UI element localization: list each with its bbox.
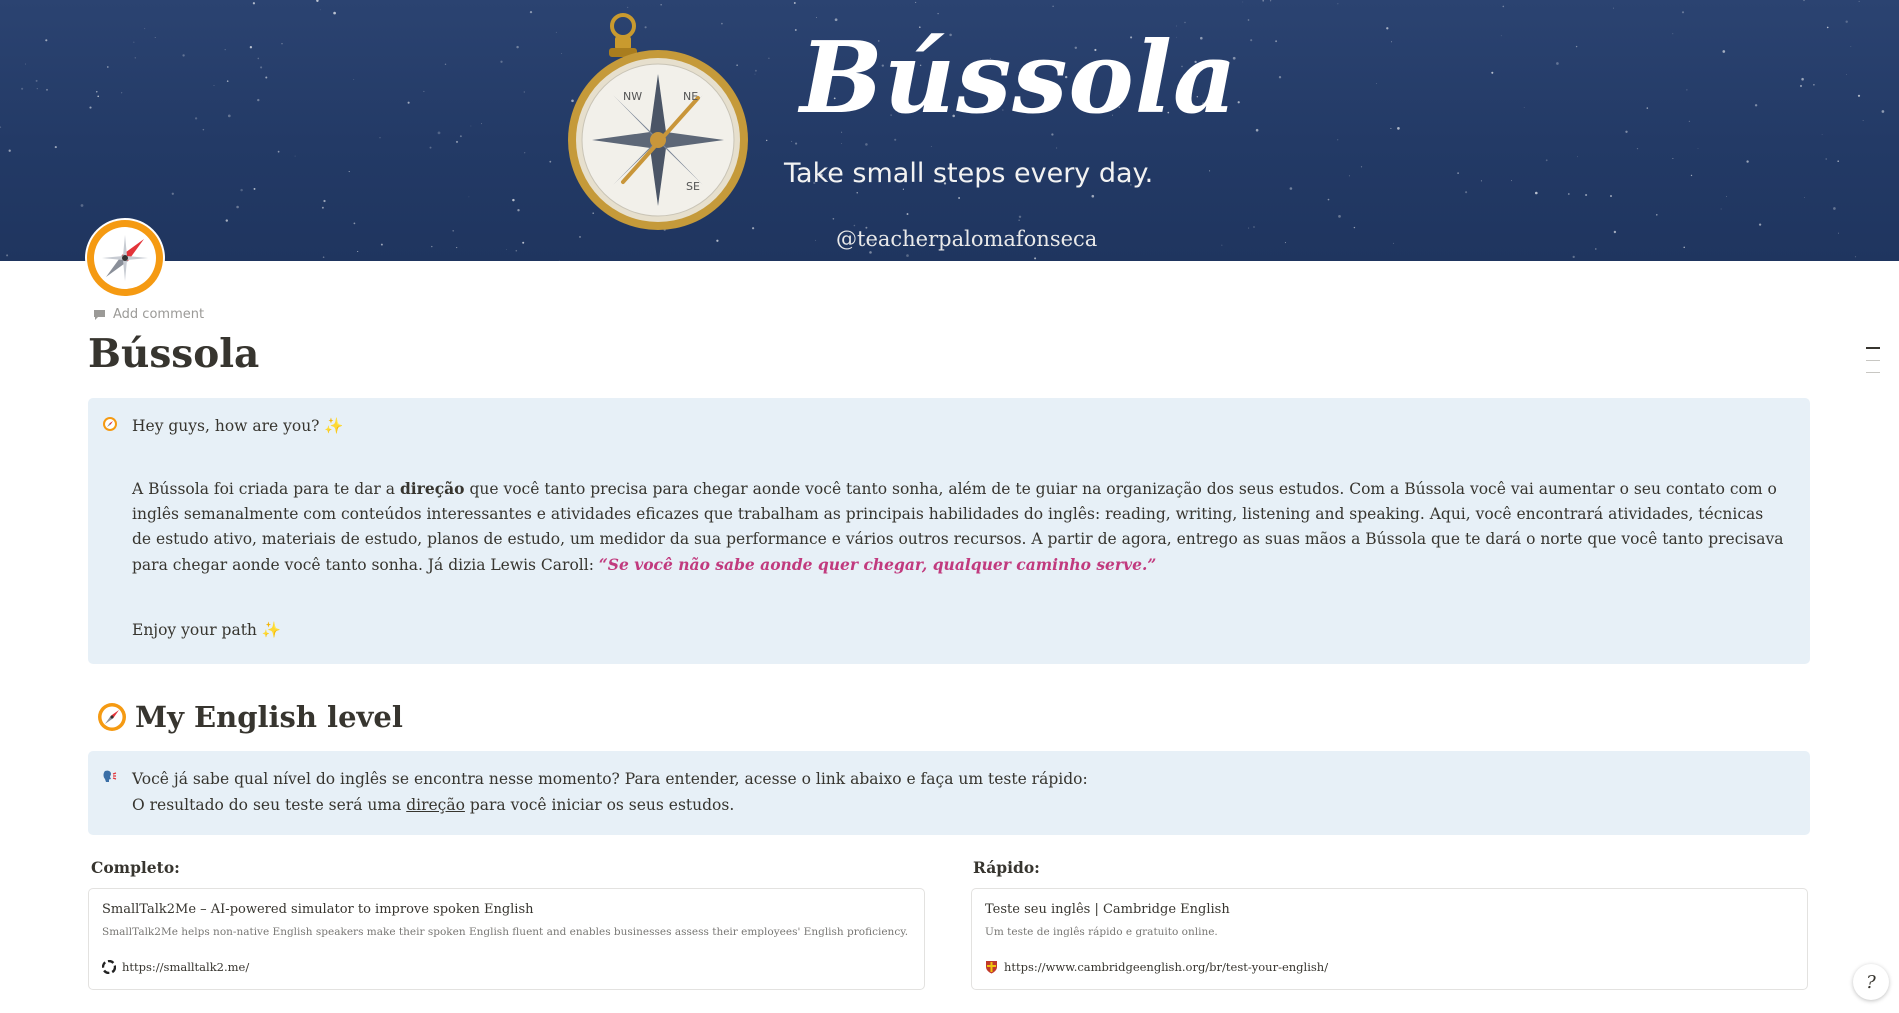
section-heading-english-level[interactable]: My English level bbox=[97, 700, 403, 734]
intro-paragraph-bold: direção bbox=[399, 479, 465, 498]
add-comment-button[interactable]: Add comment bbox=[93, 307, 204, 322]
compass-icon bbox=[103, 417, 117, 431]
bookmark-url: https://smalltalk2.me/ bbox=[122, 960, 250, 974]
bookmark-description: SmallTalk2Me helps non-native English sp… bbox=[102, 926, 909, 938]
level-result-start: O resultado do seu teste será uma bbox=[132, 796, 407, 814]
page-icon[interactable] bbox=[87, 220, 163, 296]
cover-tagline: Take small steps every day. bbox=[784, 158, 1154, 189]
compass-icon bbox=[98, 703, 126, 731]
level-result-text: O resultado do seu teste será uma direçã… bbox=[132, 793, 734, 818]
comment-icon bbox=[94, 309, 105, 320]
compass-icon bbox=[102, 235, 148, 281]
intro-paragraph: A Bússola foi criada para te dar a direç… bbox=[132, 476, 1787, 578]
level-test-callout: Você já sabe qual nível do inglês se enc… bbox=[88, 751, 1810, 835]
toc-line bbox=[1866, 347, 1880, 349]
page-title[interactable]: Bússola bbox=[88, 331, 259, 377]
svg-text:SE: SE bbox=[686, 180, 700, 193]
cover-title: Bússola bbox=[800, 21, 1238, 136]
lewis-caroll-quote: “Se você não sabe aonde quer chegar, qua… bbox=[598, 555, 1157, 574]
svg-text:NE: NE bbox=[683, 90, 698, 103]
section-heading-text: My English level bbox=[135, 700, 403, 734]
bookmark-url-row: https://www.cambridgeenglish.org/br/test… bbox=[985, 960, 1328, 974]
cover-handle: @teacherpalomafonseca bbox=[836, 227, 1098, 251]
level-result-end: para você iniciar os seus estudos. bbox=[464, 796, 735, 814]
svg-text:NW: NW bbox=[623, 90, 642, 103]
intro-callout: Hey guys, how are you? ✨ A Bússola foi c… bbox=[88, 398, 1810, 664]
bookmark-url-row: https://smalltalk2.me/ bbox=[102, 960, 249, 974]
page-cover: NW NE SE Bússola Take small steps every … bbox=[0, 0, 1899, 261]
bookmark-cambridge-english[interactable]: Teste seu inglês | Cambridge English Um … bbox=[971, 888, 1808, 990]
toc-line bbox=[1866, 360, 1880, 361]
closing-text: Enjoy your path ✨ bbox=[132, 621, 282, 639]
add-comment-label: Add comment bbox=[113, 307, 205, 322]
greeting-text: Hey guys, how are you? ✨ bbox=[132, 417, 344, 435]
bookmark-url: https://www.cambridgeenglish.org/br/test… bbox=[1004, 960, 1329, 974]
intro-paragraph-start: A Bússola foi criada para te dar a bbox=[132, 480, 400, 498]
bookmark-description: Um teste de inglês rápido e gratuito onl… bbox=[985, 926, 1218, 938]
smalltalk-favicon bbox=[102, 960, 116, 974]
level-question-text: Você já sabe qual nível do inglês se enc… bbox=[132, 770, 1088, 788]
cover-compass-illustration: NW NE SE bbox=[568, 13, 748, 230]
toc-line bbox=[1866, 372, 1880, 373]
bookmark-title: Teste seu inglês | Cambridge English bbox=[985, 902, 1230, 917]
cambridge-shield-favicon bbox=[986, 961, 997, 974]
table-of-contents-indicator[interactable] bbox=[1866, 347, 1880, 384]
column-label-completo: Completo: bbox=[91, 858, 180, 877]
level-result-underlined: direção bbox=[406, 796, 465, 814]
bookmark-title: SmallTalk2Me – AI-powered simulator to i… bbox=[102, 902, 534, 917]
help-button[interactable]: ? bbox=[1853, 964, 1889, 1000]
column-label-rapido: Rápido: bbox=[973, 858, 1040, 877]
bookmark-smalltalk2me[interactable]: SmallTalk2Me – AI-powered simulator to i… bbox=[88, 888, 925, 990]
speaking-head-icon bbox=[103, 770, 117, 782]
